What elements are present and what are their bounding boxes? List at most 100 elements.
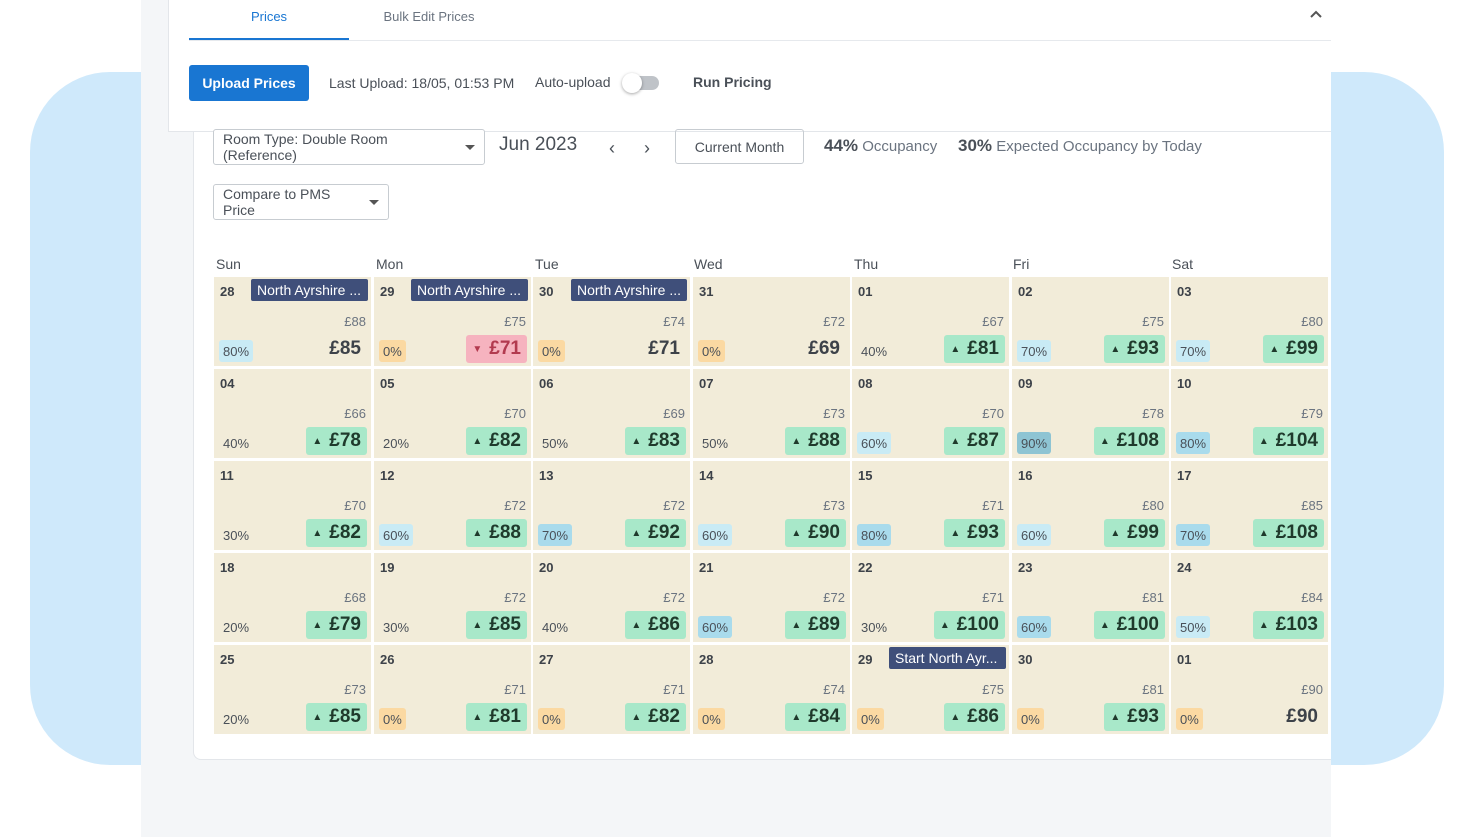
pms-price: £70 bbox=[344, 498, 366, 513]
calendar-day-cell[interactable]: 11 £70 30% ▲ £82 bbox=[214, 461, 371, 550]
calendar-day-cell[interactable]: 30 £81 0% ▲ £93 bbox=[1012, 645, 1169, 734]
calendar-day-cell[interactable]: 01 £67 40% ▲ £81 bbox=[852, 277, 1009, 366]
recommended-price[interactable]: ▲ £85 bbox=[306, 703, 367, 731]
chevron-left-icon[interactable]: ‹ bbox=[603, 138, 621, 159]
recommended-price[interactable]: ▲ £86 bbox=[944, 703, 1005, 731]
recommended-price[interactable]: ▲ £103 bbox=[1252, 611, 1324, 639]
recommended-price[interactable]: ▲ £88 bbox=[466, 519, 527, 547]
occupancy-badge: 0% bbox=[1176, 708, 1203, 730]
calendar-day-cell[interactable]: 21 £72 60% ▲ £89 bbox=[693, 553, 850, 642]
calendar-day-cell[interactable]: 14 £73 60% ▲ £90 bbox=[693, 461, 850, 550]
recommended-price[interactable]: £85 bbox=[323, 335, 367, 363]
pms-price: £78 bbox=[1142, 406, 1164, 421]
calendar-day-cell[interactable]: 29 Start North Ayr... £75 0% ▲ £86 bbox=[852, 645, 1009, 734]
recommended-price[interactable]: ▲ £87 bbox=[944, 427, 1005, 455]
calendar-day-cell[interactable]: 07 £73 50% ▲ £88 bbox=[693, 369, 850, 458]
recommended-price[interactable]: ▲ £100 bbox=[1093, 611, 1165, 639]
calendar-day-cell[interactable]: 19 £72 30% ▲ £85 bbox=[374, 553, 531, 642]
recommended-price[interactable]: ▲ £81 bbox=[466, 703, 527, 731]
recommended-price[interactable]: ▲ £90 bbox=[785, 519, 846, 547]
calendar-day-cell[interactable]: 09 £78 90% ▲ £108 bbox=[1012, 369, 1169, 458]
calendar-day-cell[interactable]: 16 £80 60% ▲ £99 bbox=[1012, 461, 1169, 550]
event-badge[interactable]: North Ayrshire ... bbox=[251, 279, 368, 301]
recommended-price[interactable]: ▲ £108 bbox=[1252, 519, 1324, 547]
recommended-price[interactable]: ▲ £85 bbox=[466, 611, 527, 639]
calendar-day-cell[interactable]: 23 £81 60% ▲ £100 bbox=[1012, 553, 1169, 642]
recommended-price[interactable]: ▲ £99 bbox=[1263, 335, 1324, 363]
chevron-right-icon[interactable]: › bbox=[638, 138, 656, 159]
recommended-price[interactable]: ▲ £93 bbox=[1104, 335, 1165, 363]
recommended-price[interactable]: ▲ £86 bbox=[625, 611, 686, 639]
calendar-day-cell[interactable]: 13 £72 70% ▲ £92 bbox=[533, 461, 690, 550]
recommended-price[interactable]: ▲ £82 bbox=[625, 703, 686, 731]
calendar-day-cell[interactable]: 08 £70 60% ▲ £87 bbox=[852, 369, 1009, 458]
room-type-select[interactable]: Room Type: Double Room (Reference) bbox=[213, 129, 485, 165]
chevron-up-icon[interactable] bbox=[1307, 6, 1325, 24]
recommended-price[interactable]: ▲ £99 bbox=[1104, 519, 1165, 547]
calendar-day-cell[interactable]: 28 £74 0% ▲ £84 bbox=[693, 645, 850, 734]
calendar-day-cell[interactable]: 22 £71 30% ▲ £100 bbox=[852, 553, 1009, 642]
triangle-up-icon: ▲ bbox=[950, 711, 961, 723]
calendar-day-cell[interactable]: 05 £70 20% ▲ £82 bbox=[374, 369, 531, 458]
calendar-day-cell[interactable]: 29 North Ayrshire ... £75 0% ▼ £71 bbox=[374, 277, 531, 366]
calendar-day-cell[interactable]: 20 £72 40% ▲ £86 bbox=[533, 553, 690, 642]
recommended-price[interactable]: £71 bbox=[642, 335, 686, 363]
recommended-price[interactable]: £90 bbox=[1280, 703, 1324, 731]
pms-price: £84 bbox=[1301, 590, 1323, 605]
occupancy-badge: 80% bbox=[1176, 432, 1211, 454]
calendar-day-cell[interactable]: 04 £66 40% ▲ £78 bbox=[214, 369, 371, 458]
tab-prices[interactable]: Prices bbox=[189, 9, 349, 24]
calendar-day-cell[interactable]: 27 £71 0% ▲ £82 bbox=[533, 645, 690, 734]
recommended-price[interactable]: ▲ £104 bbox=[1252, 427, 1324, 455]
recommended-price[interactable]: ▲ £78 bbox=[306, 427, 367, 455]
recommended-price[interactable]: ▲ £89 bbox=[785, 611, 846, 639]
tab-bulk-edit-prices[interactable]: Bulk Edit Prices bbox=[349, 9, 509, 24]
run-pricing-button[interactable]: Run Pricing bbox=[693, 74, 772, 90]
recommended-price[interactable]: ▲ £88 bbox=[785, 427, 846, 455]
pms-price: £80 bbox=[1142, 498, 1164, 513]
upload-prices-button[interactable]: Upload Prices bbox=[189, 65, 309, 101]
recommended-price[interactable]: ▲ £84 bbox=[785, 703, 846, 731]
recommended-price[interactable]: ▲ £93 bbox=[944, 519, 1005, 547]
price-value: £82 bbox=[329, 522, 361, 543]
recommended-price[interactable]: ▲ £92 bbox=[625, 519, 686, 547]
pms-price: £75 bbox=[982, 682, 1004, 697]
calendar-day-cell[interactable]: 12 £72 60% ▲ £88 bbox=[374, 461, 531, 550]
recommended-price[interactable]: ▲ £81 bbox=[944, 335, 1005, 363]
occupancy-badge: 60% bbox=[857, 432, 892, 454]
calendar-day-cell[interactable]: 25 £73 20% ▲ £85 bbox=[214, 645, 371, 734]
calendar-day-cell[interactable]: 28 North Ayrshire ... £88 80% £85 bbox=[214, 277, 371, 366]
calendar-day-cell[interactable]: 26 £71 0% ▲ £81 bbox=[374, 645, 531, 734]
calendar-day-cell[interactable]: 02 £75 70% ▲ £93 bbox=[1012, 277, 1169, 366]
calendar-day-cell[interactable]: 06 £69 50% ▲ £83 bbox=[533, 369, 690, 458]
calendar-day-cell[interactable]: 10 £79 80% ▲ £104 bbox=[1171, 369, 1328, 458]
calendar-day-cell[interactable]: 15 £71 80% ▲ £93 bbox=[852, 461, 1009, 550]
recommended-price[interactable]: ▲ £93 bbox=[1104, 703, 1165, 731]
compare-select[interactable]: Compare to PMS Price bbox=[213, 184, 389, 220]
event-badge[interactable]: Start North Ayr... bbox=[889, 647, 1006, 669]
recommended-price[interactable]: ▲ £82 bbox=[306, 519, 367, 547]
event-badge[interactable]: North Ayrshire ... bbox=[411, 279, 528, 301]
occupancy-badge: 20% bbox=[383, 435, 410, 451]
recommended-price[interactable]: ▼ £71 bbox=[466, 335, 527, 363]
recommended-price[interactable]: ▲ £82 bbox=[466, 427, 527, 455]
day-number: 13 bbox=[539, 468, 554, 483]
recommended-price[interactable]: ▲ £83 bbox=[625, 427, 686, 455]
recommended-price[interactable]: ▲ £79 bbox=[306, 611, 367, 639]
day-number: 23 bbox=[1018, 560, 1033, 575]
triangle-up-icon: ▲ bbox=[631, 619, 642, 631]
recommended-price[interactable]: ▲ £100 bbox=[933, 611, 1005, 639]
calendar-day-cell[interactable]: 30 North Ayrshire ... £74 0% £71 bbox=[533, 277, 690, 366]
day-number: 10 bbox=[1177, 376, 1192, 391]
recommended-price[interactable]: ▲ £108 bbox=[1093, 427, 1165, 455]
calendar-day-cell[interactable]: 18 £68 20% ▲ £79 bbox=[214, 553, 371, 642]
calendar-day-cell[interactable]: 17 £85 70% ▲ £108 bbox=[1171, 461, 1328, 550]
calendar-day-cell[interactable]: 24 £84 50% ▲ £103 bbox=[1171, 553, 1328, 642]
recommended-price[interactable]: £69 bbox=[802, 335, 846, 363]
calendar-day-cell[interactable]: 31 £72 0% £69 bbox=[693, 277, 850, 366]
auto-upload-toggle[interactable] bbox=[622, 73, 659, 93]
event-badge[interactable]: North Ayrshire ... bbox=[571, 279, 687, 301]
calendar-day-cell[interactable]: 03 £80 70% ▲ £99 bbox=[1171, 277, 1328, 366]
current-month-button[interactable]: Current Month bbox=[675, 129, 804, 164]
calendar-day-cell[interactable]: 01 £90 0% £90 bbox=[1171, 645, 1328, 734]
